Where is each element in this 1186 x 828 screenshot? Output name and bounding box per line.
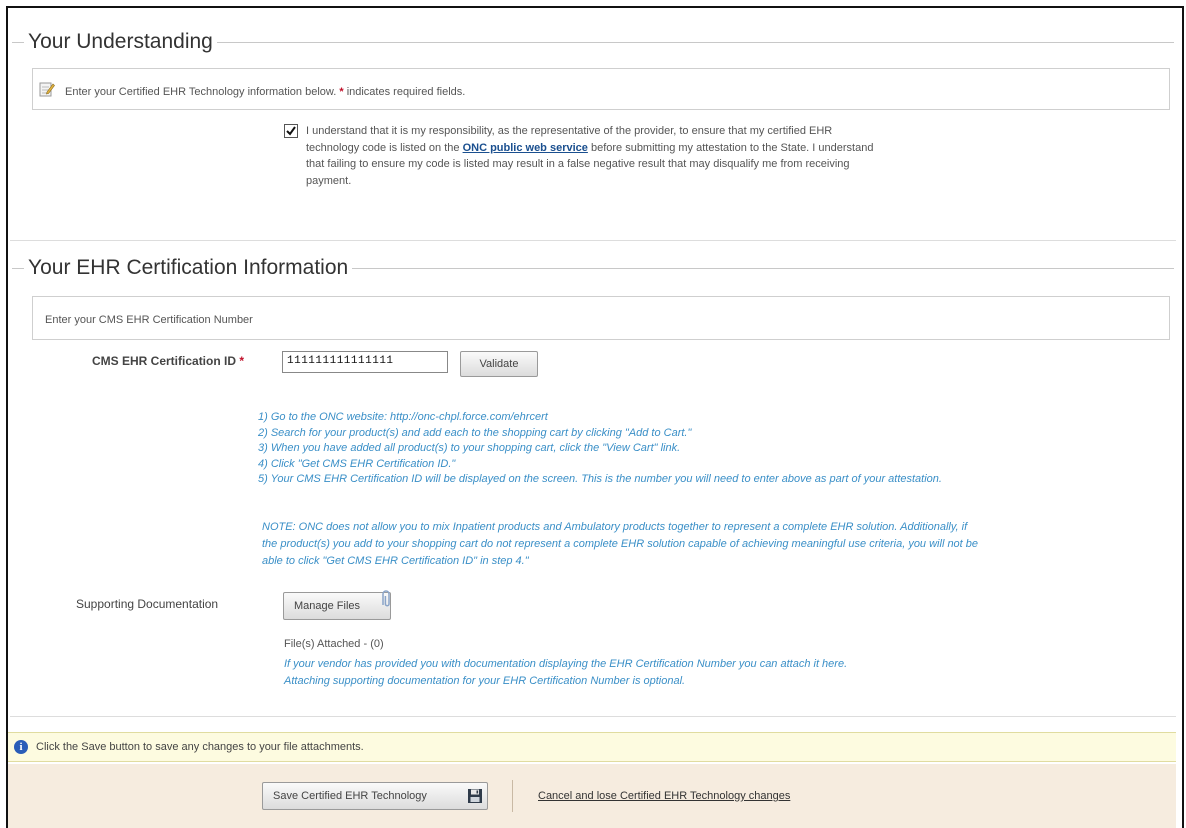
save-certified-ehr-button[interactable]: Save Certified EHR Technology <box>262 782 488 810</box>
certification-info-box: Enter your CMS EHR Certification Number <box>32 296 1170 340</box>
agreement-line-2-pre: technology code is listed on the <box>306 141 460 154</box>
section-separator <box>10 716 1176 717</box>
note-line: the product(s) you add to your shopping … <box>262 538 979 550</box>
paperclip-icon <box>378 589 396 619</box>
understanding-agreement-text: I understand that it is my responsibilit… <box>306 123 1046 189</box>
manage-files-label: Manage Files <box>294 600 361 612</box>
checkmark-icon <box>286 126 296 136</box>
understanding-info-text: Enter your Certified EHR Technology info… <box>65 86 337 98</box>
required-marker: * <box>339 86 344 98</box>
certification-instructions: 1) Go to the ONC website: http://onc-chp… <box>258 410 1178 488</box>
onc-public-web-service-link[interactable]: ONC public web service <box>463 142 588 154</box>
agreement-line-4: payment. <box>306 174 352 187</box>
cancel-changes-link[interactable]: Cancel and lose Certified EHR Technology… <box>538 790 790 802</box>
floppy-disk-icon <box>467 788 483 814</box>
footer-divider <box>512 780 513 812</box>
understanding-checkbox[interactable] <box>284 124 298 138</box>
save-notice-text: Click the Save button to save any change… <box>36 741 364 753</box>
save-button-label: Save Certified EHR Technology <box>273 790 427 802</box>
note-line: NOTE: ONC does not allow you to mix Inpa… <box>262 521 968 533</box>
save-notice-bar: i Click the Save button to save any chan… <box>8 732 1176 762</box>
attach-help-line: Attaching supporting documentation for y… <box>284 675 686 687</box>
info-icon: i <box>14 740 28 754</box>
supporting-documentation-label: Supporting Documentation <box>76 597 219 611</box>
cms-id-label: CMS EHR Certification ID <box>92 354 237 368</box>
instruction-step: 2) Search for your product(s) and add ea… <box>258 426 692 439</box>
instruction-step: 4) Click "Get CMS EHR Certification ID." <box>258 457 456 470</box>
note-line: able to click "Get CMS EHR Certification… <box>262 555 529 567</box>
instruction-step: 3) When you have added all product(s) to… <box>258 442 681 454</box>
section-title-understanding: Your Understanding <box>24 30 217 54</box>
attach-help-line: If your vendor has provided you with doc… <box>284 658 848 670</box>
section-title-certification: Your EHR Certification Information <box>24 256 353 280</box>
files-attached-count: File(s) Attached - (0) <box>284 638 384 650</box>
onc-note: NOTE: ONC does not allow you to mix Inpa… <box>262 519 1178 570</box>
agreement-line-3: that failing to ensure my code is listed… <box>306 158 850 170</box>
required-fields-text: indicates required fields. <box>346 86 466 98</box>
section-separator <box>10 240 1176 241</box>
attachment-help: If your vendor has provided you with doc… <box>284 656 1164 690</box>
cms-ehr-certification-id-input[interactable]: 111111111111111 <box>282 351 448 373</box>
understanding-info-box: Enter your Certified EHR Technology info… <box>32 68 1170 110</box>
agreement-line-2-post: before submitting my attestation to the … <box>590 141 874 154</box>
instruction-step: 5) Your CMS EHR Certification ID will be… <box>258 473 942 485</box>
instruction-step: 1) Go to the ONC website: http://onc-chp… <box>258 411 548 423</box>
certification-info-text: Enter your CMS EHR Certification Number <box>45 314 253 326</box>
edit-note-icon <box>39 81 55 102</box>
manage-files-button[interactable]: Manage Files <box>283 590 391 620</box>
action-footer: Save Certified EHR Technology Cancel and… <box>8 764 1176 828</box>
required-marker: * <box>239 354 245 368</box>
agreement-line-1: I understand that it is my responsibilit… <box>306 125 833 137</box>
validate-button[interactable]: Validate <box>460 351 538 377</box>
